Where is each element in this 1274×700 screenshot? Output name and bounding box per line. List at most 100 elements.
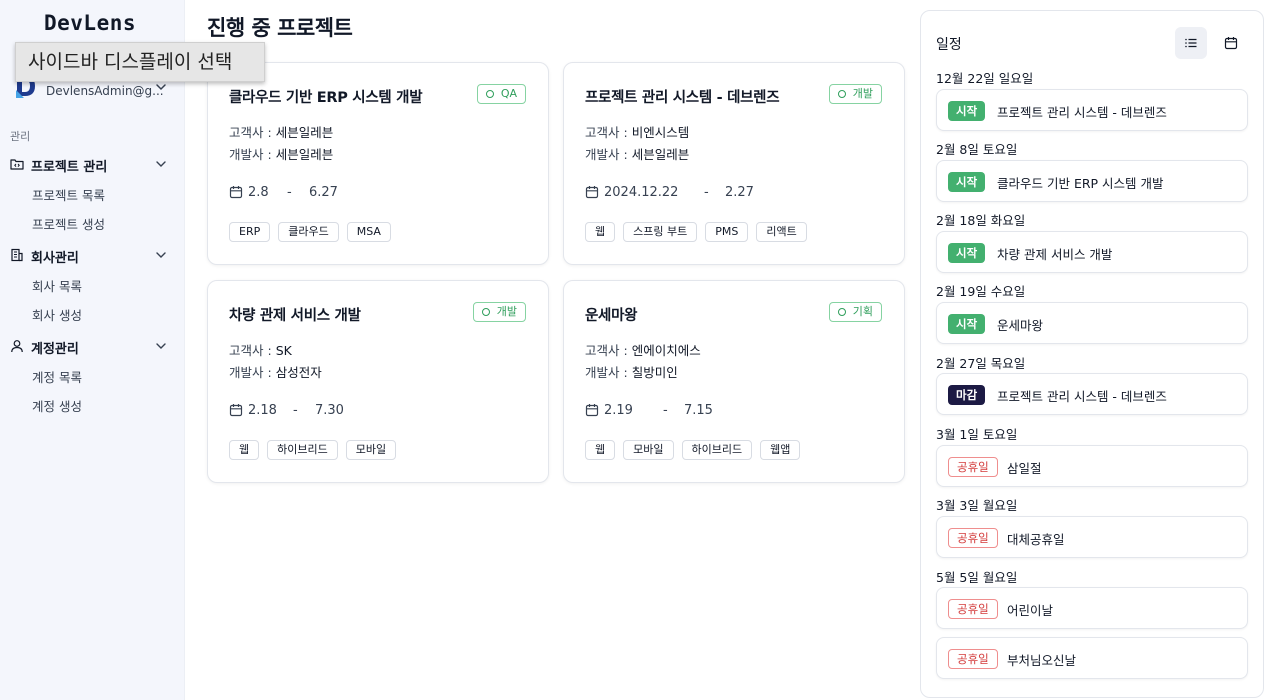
folder-code-icon xyxy=(10,159,24,170)
day-label: 3월 3일 월요일 xyxy=(936,498,1018,513)
page-title: 진행 중 프로젝트 xyxy=(207,16,353,40)
project-card[interactable]: 프로젝트 관리 시스템 - 데브렌즈 개발 고객사 : 비엔시스템 개발사 : 세븐… xyxy=(563,62,905,265)
list-icon xyxy=(1185,38,1197,48)
status-label: 개발 xyxy=(852,87,873,100)
end-date: 6.27 xyxy=(309,185,338,200)
event-title: 프로젝트 관리 시스템 - 데브렌즈 xyxy=(997,105,1167,120)
event-badge: 시작 xyxy=(948,101,986,121)
day-label: 2월 8일 토요일 xyxy=(936,142,1018,157)
section-label: 관리 xyxy=(10,130,31,143)
event-badge: 공휴일 xyxy=(948,649,998,669)
tag: PMS xyxy=(705,222,749,242)
day-label: 2월 19일 수요일 xyxy=(936,284,1026,299)
start-date: 2.19 xyxy=(604,403,633,418)
schedule-title: 일정 xyxy=(936,37,962,53)
day-label: 5월 5일 월요일 xyxy=(936,570,1018,585)
client-label: 고객사 : xyxy=(229,343,272,358)
client-line: 고객사 : 세븐일레븐 xyxy=(229,122,333,141)
tag: 웹 xyxy=(229,440,260,460)
schedule-event[interactable]: 공휴일 삼일절 xyxy=(936,445,1248,487)
sidebar-item-account-create[interactable]: 계정 생성 xyxy=(32,396,82,415)
tag: ERP xyxy=(229,222,271,242)
end-date: 7.30 xyxy=(315,403,344,418)
sidebar-group-accounts-header[interactable]: 계정관리 xyxy=(0,333,185,359)
sidebar-display-tooltip: 사이드바 디스플레이 선택 xyxy=(15,42,265,82)
sidebar-group-label: 계정관리 xyxy=(31,342,79,357)
list-view-button[interactable] xyxy=(1175,27,1207,59)
event-badge: 공휴일 xyxy=(948,457,998,477)
sidebar: DevLens DevlensAdmin@g... 사이드바 디스플레이 선택 … xyxy=(0,0,265,700)
status-badge: 기획 xyxy=(828,302,882,322)
project-card[interactable]: 클라우드 기반 ERP 시스템 개발 QA 고객사 : 세븐일레븐 개발사 : 세븐… xyxy=(207,62,549,265)
schedule-event[interactable]: 시작 차량 관제 서비스 개발 xyxy=(936,231,1248,273)
sidebar-group-companies-header[interactable]: 회사관리 xyxy=(0,242,185,268)
sidebar-group-companies: 회사관리 회사 목록 회사 생성 xyxy=(0,242,185,323)
client-value: SK xyxy=(275,343,292,358)
sidebar-item-project-list[interactable]: 프로젝트 목록 xyxy=(32,185,105,204)
project-card[interactable]: 운세마왕 기획 고객사 : 엔에이치에스 개발사 : 칠방미인 2.19 - 7.1… xyxy=(563,280,905,483)
tag: 웹 xyxy=(585,222,616,242)
tag: 하이브리드 xyxy=(267,440,338,460)
sidebar-item-company-list[interactable]: 회사 목록 xyxy=(32,276,82,295)
schedule-event[interactable]: 공휴일 어린이날 xyxy=(936,587,1248,629)
client-line: 고객사 : 엔에이치에스 xyxy=(585,340,701,359)
event-badge: 시작 xyxy=(948,314,986,334)
day-label: 2월 18일 화요일 xyxy=(936,213,1026,228)
tag: 클라우드 xyxy=(278,222,339,242)
sidebar-group-accounts: 계정관리 계정 목록 계정 생성 xyxy=(0,333,185,414)
sidebar-item-account-list[interactable]: 계정 목록 xyxy=(32,367,82,386)
event-title: 클라우드 기반 ERP 시스템 개발 xyxy=(997,176,1164,191)
app-logo[interactable]: DevLens xyxy=(44,11,136,35)
sidebar-group-projects: 프로젝트 관리 프로젝트 목록 프로젝트 생성 xyxy=(0,151,185,232)
developer-label: 개발사 : xyxy=(585,147,628,162)
status-badge: 개발 xyxy=(828,84,882,104)
schedule-event[interactable]: 시작 프로젝트 관리 시스템 - 데브렌즈 xyxy=(936,89,1248,131)
schedule-event[interactable]: 공휴일 부처님오신날 xyxy=(936,637,1248,679)
calendar-icon xyxy=(229,404,243,417)
start-date: 2.18 xyxy=(248,403,277,418)
status-dot-icon xyxy=(485,90,494,98)
sidebar-item-company-create[interactable]: 회사 생성 xyxy=(32,305,82,324)
project-title: 차량 관제 서비스 개발 xyxy=(229,308,361,324)
calendar-icon xyxy=(585,404,599,417)
schedule-event[interactable]: 시작 클라우드 기반 ERP 시스템 개발 xyxy=(936,160,1248,202)
schedule-event[interactable]: 마감 프로젝트 관리 시스템 - 데브렌즈 xyxy=(936,373,1248,415)
developer-line: 개발사 : 세븐일레븐 xyxy=(229,144,333,163)
project-title: 클라우드 기반 ERP 시스템 개발 xyxy=(229,90,423,106)
status-dot-icon xyxy=(481,308,490,316)
event-title: 프로젝트 관리 시스템 - 데브렌즈 xyxy=(997,389,1167,404)
schedule-event[interactable]: 공휴일 대체공휴일 xyxy=(936,516,1248,558)
status-label: 개발 xyxy=(496,305,517,318)
tag-list: 웹 하이브리드 모바일 xyxy=(229,440,397,460)
event-title: 운세마왕 xyxy=(997,318,1044,333)
tag: 모바일 xyxy=(623,440,674,460)
tag-list: 웹 스프링 부트 PMS 리액트 xyxy=(585,222,807,242)
schedule-event[interactable]: 시작 운세마왕 xyxy=(936,302,1248,344)
calendar-icon xyxy=(585,186,599,199)
date-separator: - xyxy=(287,185,292,200)
event-title: 차량 관제 서비스 개발 xyxy=(997,247,1113,262)
calendar-view-button[interactable] xyxy=(1215,27,1247,59)
chevron-down-icon xyxy=(156,252,166,258)
event-title: 삼일절 xyxy=(1007,461,1042,476)
tag-list: 웹 모바일 하이브리드 웹앱 xyxy=(585,440,801,460)
project-card[interactable]: 차량 관제 서비스 개발 개발 고객사 : SK 개발사 : 삼성전자 2.18 -… xyxy=(207,280,549,483)
status-label: QA xyxy=(500,87,517,100)
sidebar-group-projects-header[interactable]: 프로젝트 관리 xyxy=(0,151,185,177)
sidebar-group-label: 프로젝트 관리 xyxy=(31,160,108,175)
calendar-icon xyxy=(229,186,243,199)
client-value: 비엔시스템 xyxy=(631,125,690,140)
project-title: 운세마왕 xyxy=(585,308,638,324)
status-badge: QA xyxy=(476,84,526,104)
client-line: 고객사 : 비엔시스템 xyxy=(585,122,689,141)
event-badge: 시작 xyxy=(948,172,986,192)
end-date: 2.27 xyxy=(725,185,754,200)
developer-label: 개발사 : xyxy=(229,147,272,162)
event-title: 부처님오신날 xyxy=(1007,653,1077,668)
start-date: 2.8 xyxy=(248,185,269,200)
calendar-icon xyxy=(1224,37,1238,50)
sidebar-item-project-create[interactable]: 프로젝트 생성 xyxy=(32,214,105,233)
developer-line: 개발사 : 칠방미인 xyxy=(585,362,678,381)
client-label: 고객사 : xyxy=(585,125,628,140)
client-value: 엔에이치에스 xyxy=(631,343,701,358)
